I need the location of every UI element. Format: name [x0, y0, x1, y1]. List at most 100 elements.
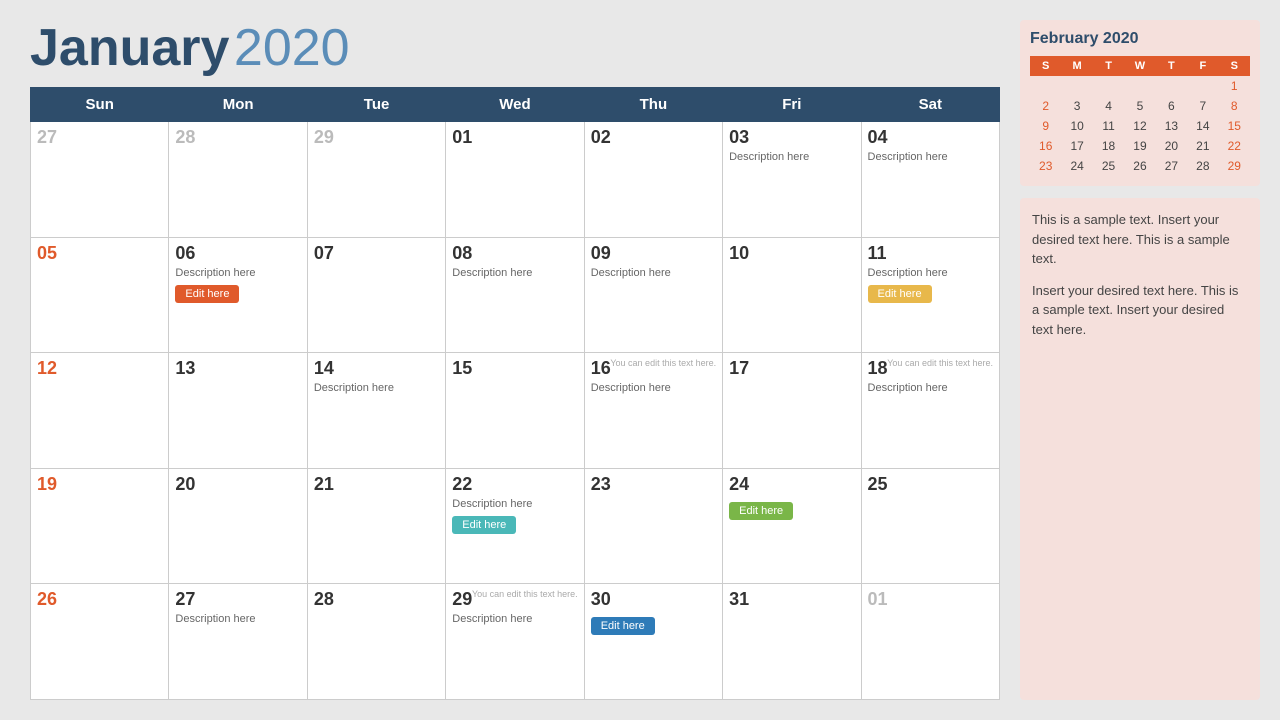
edit-button[interactable]: Edit here [452, 516, 516, 534]
weekday-header-sun: Sun [31, 88, 169, 122]
cal-cell-4-0: 26 [31, 584, 169, 700]
day-number: 31 [729, 589, 854, 610]
cal-week-2: 121314Description here1516You can edit t… [31, 353, 1000, 469]
mini-day-cell [1124, 76, 1155, 96]
day-number: 04 [868, 127, 993, 148]
day-number: 15 [452, 358, 577, 379]
desc-text: Description here [452, 613, 577, 625]
day-number: 27 [37, 127, 162, 148]
day-number: 01 [868, 589, 993, 610]
mini-day-cell: 16 [1030, 136, 1061, 156]
cal-cell-3-2: 21 [307, 468, 445, 584]
cal-cell-3-5: 24 Edit here [723, 468, 861, 584]
mini-day-cell: 25 [1093, 156, 1124, 176]
cal-cell-2-2: 14 Description here [307, 353, 445, 469]
cal-cell-1-0: 05 [31, 237, 169, 353]
cal-cell-3-6: 25 [861, 468, 999, 584]
mini-day-cell: 3 [1061, 96, 1092, 116]
desc-text: Description here [591, 382, 716, 394]
mini-day-cell: 1 [1219, 76, 1250, 96]
mini-day-cell: 29 [1219, 156, 1250, 176]
year-label: 2020 [234, 19, 350, 77]
edit-note: You can edit this text here. [472, 589, 578, 601]
cal-cell-2-3: 15 [446, 353, 584, 469]
edit-button[interactable]: Edit here [729, 502, 793, 520]
mini-calendar-box: February 2020 SMTWTFS 123456789101112131… [1020, 20, 1260, 186]
day-number: 07 [314, 243, 439, 264]
mini-day-cell [1030, 76, 1061, 96]
day-number: 28 [175, 127, 300, 148]
cal-cell-4-5: 31 [723, 584, 861, 700]
desc-text: Description here [175, 267, 300, 279]
day-number: 22 [452, 474, 577, 495]
cal-cell-2-6: 18You can edit this text here.Descriptio… [861, 353, 999, 469]
day-number: 01 [452, 127, 577, 148]
cal-cell-2-5: 17 [723, 353, 861, 469]
mini-day-header: T [1156, 56, 1187, 76]
day-number: 03 [729, 127, 854, 148]
edit-button[interactable]: Edit here [868, 285, 932, 303]
mini-day-cell: 12 [1124, 116, 1155, 136]
mini-cal-title: February 2020 [1030, 30, 1250, 48]
cal-week-4: 2627Description here2829You can edit thi… [31, 584, 1000, 700]
mini-day-cell [1061, 76, 1092, 96]
mini-day-cell [1093, 76, 1124, 96]
weekday-header-wed: Wed [446, 88, 584, 122]
mini-day-cell: 14 [1187, 116, 1218, 136]
cal-cell-0-3: 01 [446, 122, 584, 238]
day-number: 14 [314, 358, 439, 379]
edit-button[interactable]: Edit here [591, 617, 655, 635]
main-calendar: January 2020 SunMonTueWedThuFriSat 27282… [30, 20, 1000, 700]
cal-week-0: 272829010203Description here04Descriptio… [31, 122, 1000, 238]
cal-week-1: 0506Description hereEdit here0708Descrip… [31, 237, 1000, 353]
mini-day-cell: 9 [1030, 116, 1061, 136]
mini-day-header: S [1030, 56, 1061, 76]
mini-day-cell: 15 [1219, 116, 1250, 136]
mini-day-header: W [1124, 56, 1155, 76]
mini-day-cell: 5 [1124, 96, 1155, 116]
desc-text: Description here [868, 382, 993, 394]
cal-cell-2-1: 13 [169, 353, 307, 469]
mini-day-cell: 11 [1093, 116, 1124, 136]
mini-day-cell: 21 [1187, 136, 1218, 156]
side-panel: February 2020 SMTWTFS 123456789101112131… [1020, 20, 1260, 700]
main-title: January 2020 [30, 20, 1000, 77]
cal-cell-3-4: 23 [584, 468, 722, 584]
desc-text: Description here [314, 382, 439, 394]
mini-day-header: T [1093, 56, 1124, 76]
mini-week-3: 16171819202122 [1030, 136, 1250, 156]
desc-text: Description here [175, 613, 300, 625]
day-number: 25 [868, 474, 993, 495]
desc-text: Description here [452, 498, 577, 510]
weekday-header-sat: Sat [861, 88, 999, 122]
desc-text: Description here [868, 151, 993, 163]
day-number: 10 [729, 243, 854, 264]
day-number: 05 [37, 243, 162, 264]
mini-day-cell: 26 [1124, 156, 1155, 176]
cal-cell-3-3: 22 Description here Edit here [446, 468, 584, 584]
side-para-1: This is a sample text. Insert your desir… [1032, 210, 1248, 269]
cal-cell-4-4: 30 Edit here [584, 584, 722, 700]
cal-cell-1-2: 07 [307, 237, 445, 353]
day-number: 02 [591, 127, 716, 148]
side-text-box: This is a sample text. Insert your desir… [1020, 198, 1260, 700]
mini-day-cell: 20 [1156, 136, 1187, 156]
day-number: 24 [729, 474, 854, 495]
day-number: 30 [591, 589, 716, 610]
edit-note: You can edit this text here. [610, 358, 716, 370]
mini-day-header: F [1187, 56, 1218, 76]
mini-day-cell: 7 [1187, 96, 1218, 116]
mini-day-cell: 4 [1093, 96, 1124, 116]
mini-day-cell [1156, 76, 1187, 96]
edit-button[interactable]: Edit here [175, 285, 239, 303]
cal-week-3: 19202122Description hereEdit here2324Edi… [31, 468, 1000, 584]
cal-cell-3-1: 20 [169, 468, 307, 584]
day-number: 11 [868, 243, 993, 264]
mini-day-cell: 6 [1156, 96, 1187, 116]
cal-cell-1-3: 08Description here [446, 237, 584, 353]
cal-cell-4-6: 01 [861, 584, 999, 700]
cal-cell-1-4: 09Description here [584, 237, 722, 353]
cal-cell-4-1: 27Description here [169, 584, 307, 700]
mini-week-4: 23242526272829 [1030, 156, 1250, 176]
cal-cell-0-6: 04 Description here [861, 122, 999, 238]
